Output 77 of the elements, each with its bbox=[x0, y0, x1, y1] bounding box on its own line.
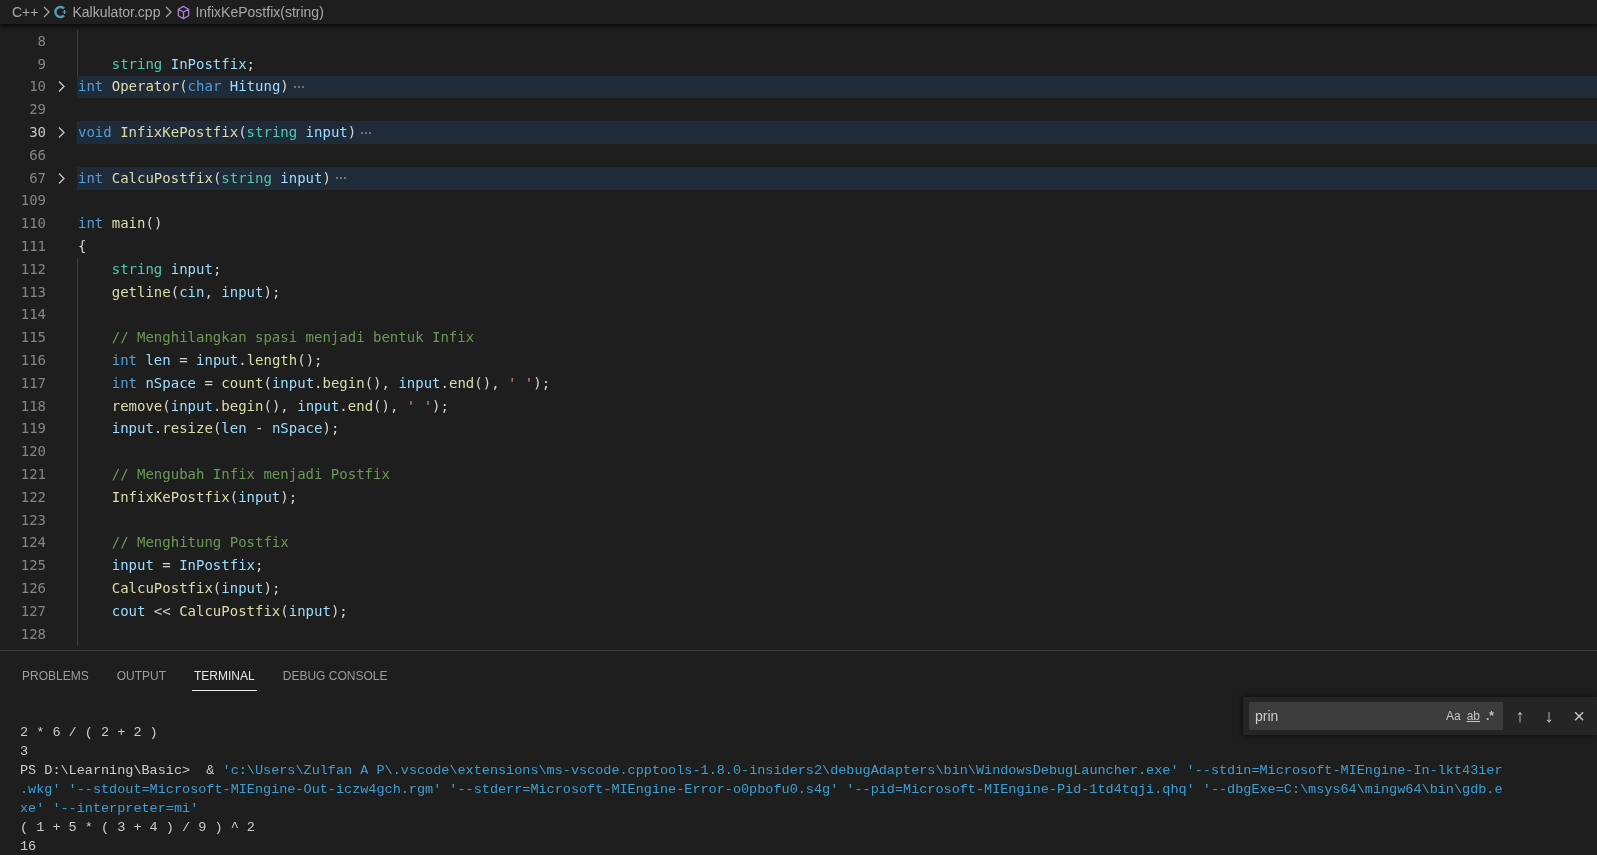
line-number: 9 bbox=[36, 54, 46, 74]
line-number: 127 bbox=[19, 601, 46, 621]
chevron-icon bbox=[42, 6, 51, 18]
line-number: 112 bbox=[19, 259, 46, 279]
find-field[interactable]: prin Aa ab .* bbox=[1249, 702, 1503, 730]
code-line: CalcuPostfix(input); bbox=[110, 579, 281, 598]
terminal-line: 16 bbox=[20, 838, 38, 855]
line-number: 117 bbox=[19, 373, 46, 393]
code-line: InfixKePostfix(input); bbox=[110, 487, 298, 507]
code-line: cout << CalcuPostfix(input); bbox=[110, 601, 348, 621]
chevron-icon[interactable] bbox=[57, 80, 66, 94]
line-number: 109 bbox=[19, 191, 46, 211]
close-button[interactable]: × bbox=[1567, 701, 1591, 731]
line-number: 29 bbox=[28, 100, 46, 120]
panel-tab[interactable]: OUTPUT bbox=[114, 661, 169, 691]
code-line: int nSpace = count(input.begin(), input.end(), ' '); bbox=[110, 373, 551, 393]
terminal-line: 2 * 6 / ( 2 + 2 ) bbox=[20, 724, 159, 742]
line-number: 110 bbox=[19, 214, 46, 234]
terminal-line: PS D:\Learning\Basic> & 'c:\Users\Zulfan A P\.vscode\extensions\ms-vscode.cpptools-1.8.0-insiders2\debugAdapters\bin\WindowsDebugLauncher.exe' '--stdin=Microsoft-MIEngine-In-lkt43ier bbox=[20, 762, 1504, 780]
code-line: input.resize(len - nSpace); bbox=[110, 419, 340, 439]
terminal-line: xe' '--interpreter=mi' bbox=[20, 800, 200, 818]
line-number: 123 bbox=[19, 510, 46, 530]
code-line: getline(cin, input); bbox=[110, 282, 281, 302]
line-number: 115 bbox=[19, 328, 46, 348]
panel-tab[interactable]: TERMINAL bbox=[192, 661, 257, 691]
arrow-button[interactable]: ↓ bbox=[1537, 702, 1561, 730]
ellipsis-icon[interactable] bbox=[334, 176, 347, 181]
line-number: 30 bbox=[28, 123, 46, 143]
line-number: 10 bbox=[28, 77, 46, 97]
code-line: remove(input.begin(), input.end(), ' '); bbox=[110, 396, 449, 416]
code-line: // Menghitung Postfix bbox=[110, 533, 289, 553]
line-number: 66 bbox=[28, 145, 46, 165]
line-number: 116 bbox=[19, 351, 46, 371]
line-number: 120 bbox=[19, 442, 46, 462]
code-line: void InfixKePostfix(string input) bbox=[78, 123, 357, 143]
code-line: string input; bbox=[110, 259, 222, 279]
chevron-icon[interactable] bbox=[57, 171, 66, 185]
code-line: int main() bbox=[78, 214, 163, 234]
code-line: int len = input.length(); bbox=[110, 351, 323, 371]
line-number: 122 bbox=[19, 487, 46, 507]
toggle-button[interactable]: ab bbox=[1463, 707, 1483, 725]
line-number: 119 bbox=[19, 419, 46, 439]
ellipsis-icon[interactable] bbox=[292, 85, 305, 89]
toggle-button[interactable]: .* bbox=[1483, 707, 1497, 725]
chevron-icon[interactable] bbox=[57, 126, 66, 140]
toggle-button[interactable]: Aa bbox=[1442, 707, 1464, 725]
code-line: int Operator(char Hitung) bbox=[78, 77, 289, 97]
code-line: input = InPostfix; bbox=[110, 556, 264, 576]
file-icon bbox=[54, 5, 69, 19]
line-number: 111 bbox=[19, 237, 46, 257]
code-line: string InPostfix; bbox=[110, 54, 256, 74]
line-number: 126 bbox=[19, 579, 46, 598]
line-number: 8 bbox=[36, 31, 46, 51]
line-number: 67 bbox=[28, 168, 46, 188]
breadcrumb-item[interactable]: Kalkulator.cpp bbox=[72, 1, 161, 23]
terminal-line: ( 1 + 5 * ( 3 + 4 ) / 9 ) ^ 2 bbox=[20, 819, 256, 837]
arrow-button[interactable]: ↑ bbox=[1509, 702, 1531, 730]
chevron-icon bbox=[164, 6, 173, 18]
line-number: 125 bbox=[19, 556, 46, 576]
code-line: // Menghilangkan spasi menjadi bentuk Infix bbox=[110, 328, 475, 348]
line-number: 113 bbox=[19, 282, 46, 302]
line-number: 128 bbox=[19, 624, 46, 644]
line-number: 121 bbox=[19, 465, 46, 485]
terminal-line: 3 bbox=[20, 743, 30, 761]
cube-icon bbox=[176, 4, 192, 20]
line-number: 118 bbox=[19, 396, 46, 416]
line-number: 114 bbox=[19, 305, 46, 325]
panel-tab[interactable]: DEBUG CONSOLE bbox=[280, 661, 390, 691]
terminal-line: .wkg' '--stdout=Microsoft-MIEngine-Out-iczw4gch.rgm' '--stderr=Microsoft-MIEngine-Error-o0pbofu0.s4g' '--pid=Microsoft-MIEngine-Pid-1td4tqji.qhq' '--dbgExe=C:\msys64\mingw64\bin\gdb.e bbox=[20, 781, 1504, 799]
breadcrumb-item[interactable]: C++ bbox=[12, 1, 39, 23]
code-line: { bbox=[78, 237, 87, 257]
panel-tab[interactable]: PROBLEMS bbox=[20, 661, 91, 691]
code-line: // Mengubah Infix menjadi Postfix bbox=[110, 465, 390, 485]
ellipsis-icon[interactable] bbox=[360, 130, 373, 135]
line-number: 124 bbox=[19, 533, 46, 553]
code-line: int CalcuPostfix(string input) bbox=[78, 168, 331, 188]
breadcrumb-item[interactable]: InfixKePostfix(string) bbox=[195, 1, 324, 23]
